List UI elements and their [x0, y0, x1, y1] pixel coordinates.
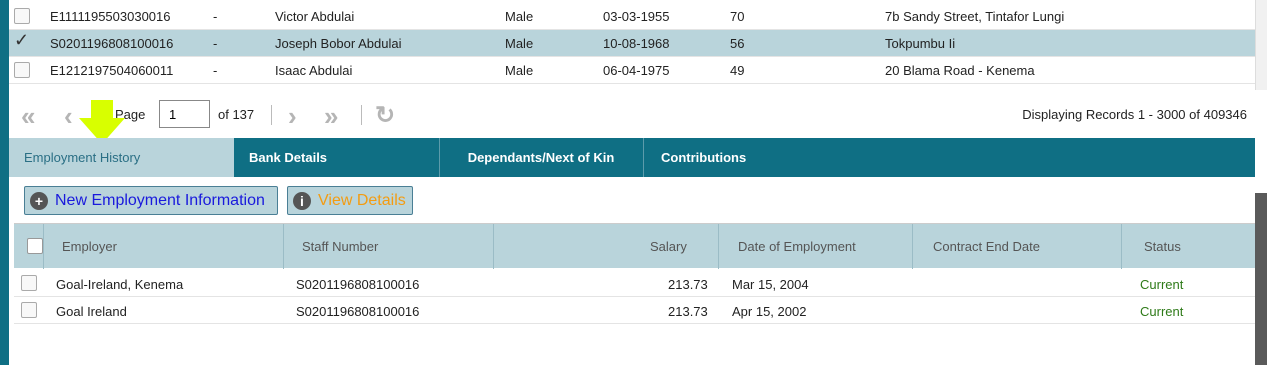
last-page-icon[interactable]: »: [324, 101, 338, 132]
new-employment-label: New Employment Information: [55, 191, 265, 209]
salary-cell: 213.73: [668, 304, 708, 319]
left-accent-bar: [0, 0, 9, 365]
column-divider: [43, 224, 44, 269]
person-name: Isaac Abdulai: [275, 63, 353, 78]
tab-bank-details[interactable]: Bank Details: [234, 138, 439, 177]
person-dash: -: [213, 9, 218, 24]
employment-grid-header: Employer Staff Number Salary Date of Emp…: [14, 223, 1255, 269]
row-checkbox[interactable]: [14, 8, 30, 24]
detail-tabs: Employment History Bank Details Dependan…: [9, 138, 1255, 177]
view-details-label: View Details: [318, 191, 406, 209]
plus-circle-icon: +: [30, 191, 48, 210]
column-divider: [283, 224, 284, 269]
pagination-bar: « ‹ Page of 137 › » ↻ Displaying Records…: [9, 93, 1255, 137]
person-dash: -: [213, 63, 218, 78]
tab-dependants[interactable]: Dependants/Next of Kin: [439, 138, 642, 177]
person-address: Tokpumbu Ii: [885, 36, 956, 51]
status-cell: Current: [1140, 277, 1184, 292]
scrollbar-lower[interactable]: [1255, 193, 1267, 365]
person-name: Victor Abdulai: [275, 9, 355, 24]
col-staff-number[interactable]: Staff Number: [302, 239, 378, 254]
prev-page-icon[interactable]: ‹: [64, 101, 73, 132]
pager-divider: [361, 105, 362, 125]
row-checkbox-checked[interactable]: ✓: [14, 30, 30, 51]
select-all-checkbox[interactable]: [27, 238, 43, 254]
person-age: 70: [730, 9, 745, 24]
column-divider: [912, 224, 913, 269]
col-date-of-employment[interactable]: Date of Employment: [738, 239, 856, 254]
pager-divider: [271, 105, 272, 125]
person-age: 49: [730, 63, 745, 78]
next-page-icon[interactable]: ›: [288, 101, 297, 132]
person-id: S0201196808100016: [50, 36, 174, 51]
person-dob: 06-04-1975: [603, 63, 670, 78]
employment-row[interactable]: Goal Ireland S0201196808100016 213.73 Ap…: [14, 297, 1255, 324]
staff-number-cell: S0201196808100016: [296, 277, 420, 292]
person-row[interactable]: E1111195503030016 - Victor Abdulai Male …: [9, 3, 1255, 30]
employment-row[interactable]: Goal-Ireland, Kenema S0201196808100016 2…: [14, 270, 1255, 297]
person-id: E1111195503030016: [50, 9, 171, 24]
person-gender: Male: [505, 36, 534, 51]
refresh-icon[interactable]: ↻: [375, 101, 395, 130]
person-dob: 03-03-1955: [603, 9, 670, 24]
salary-cell: 213.73: [668, 277, 708, 292]
tab-employment-history[interactable]: Employment History: [9, 138, 234, 177]
col-salary[interactable]: Salary: [650, 239, 687, 254]
date-cell: Mar 15, 2004: [732, 277, 809, 292]
employer-cell: Goal Ireland: [56, 304, 127, 319]
records-summary: Displaying Records 1 - 3000 of 409346: [1022, 107, 1247, 122]
column-divider: [493, 224, 494, 269]
person-name: Joseph Bobor Abdulai: [275, 36, 402, 51]
page-number-input[interactable]: [159, 100, 210, 128]
first-page-icon[interactable]: «: [21, 101, 35, 132]
col-status[interactable]: Status: [1144, 239, 1181, 254]
person-row[interactable]: E1212197504060011 - Isaac Abdulai Male 0…: [9, 57, 1255, 84]
person-address: 20 Blama Road - Kenema: [885, 63, 1035, 78]
page-count: of 137: [218, 107, 255, 122]
col-employer[interactable]: Employer: [62, 239, 117, 254]
person-id: E1212197504060011: [50, 63, 174, 78]
employer-cell: Goal-Ireland, Kenema: [56, 277, 184, 292]
new-employment-button[interactable]: + New Employment Information: [24, 186, 278, 215]
view-details-button[interactable]: i View Details: [287, 186, 413, 215]
person-age: 56: [730, 36, 745, 51]
person-address: 7b Sandy Street, Tintafor Lungi: [885, 9, 1065, 24]
row-checkbox[interactable]: [14, 62, 30, 78]
person-row-selected[interactable]: ✓ S0201196808100016 - Joseph Bobor Abdul…: [9, 30, 1255, 57]
person-gender: Male: [505, 63, 534, 78]
checkmark-icon: ✓: [14, 30, 30, 50]
status-cell: Current: [1140, 304, 1184, 319]
staff-number-cell: S0201196808100016: [296, 304, 420, 319]
tab-contributions[interactable]: Contributions: [643, 138, 858, 177]
col-contract-end-date[interactable]: Contract End Date: [933, 239, 1040, 254]
persons-grid: E1111195503030016 - Victor Abdulai Male …: [9, 3, 1255, 84]
person-dob: 10-08-1968: [603, 36, 670, 51]
scrollbar-track[interactable]: [1255, 0, 1267, 90]
column-divider: [1121, 224, 1122, 269]
column-divider: [718, 224, 719, 269]
person-gender: Male: [505, 9, 534, 24]
row-checkbox[interactable]: [21, 302, 37, 318]
row-checkbox[interactable]: [21, 275, 37, 291]
person-dash: -: [213, 36, 218, 51]
date-cell: Apr 15, 2002: [732, 304, 807, 319]
info-circle-icon: i: [293, 191, 311, 210]
